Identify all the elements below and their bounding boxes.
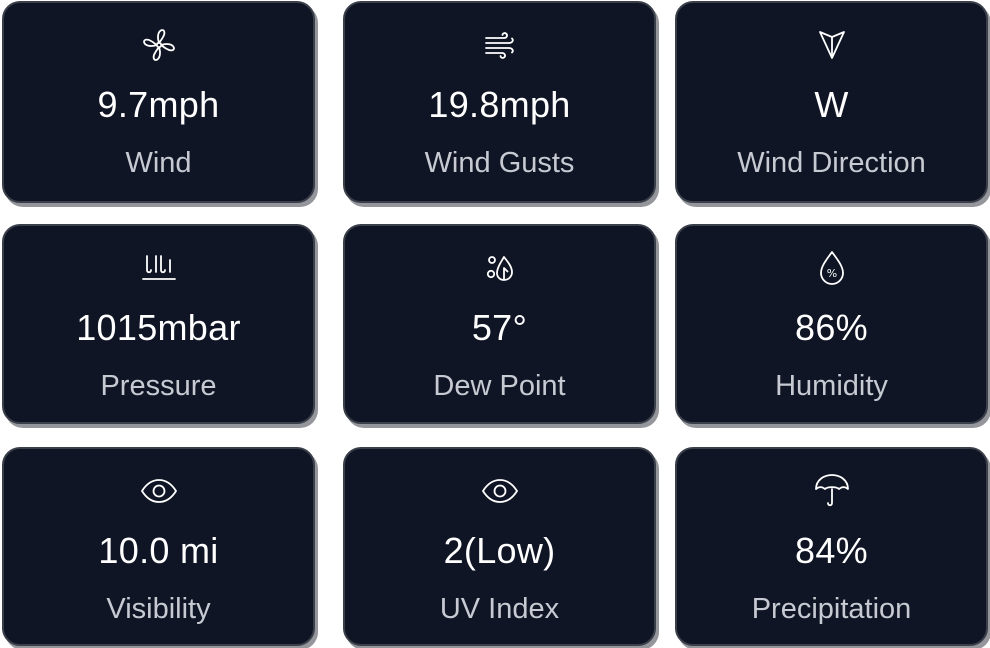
fan-icon [139, 25, 179, 65]
wind-value: 9.7mph [97, 84, 220, 125]
uv-index-value: 2(Low) [443, 530, 556, 571]
wind-gusts-label: Wind Gusts [424, 147, 575, 179]
dew-point-card: 57° Dew Point [343, 224, 656, 424]
dew-point-icon [480, 248, 520, 288]
pressure-icon [139, 248, 179, 288]
wind-gusts-value: 19.8mph [428, 84, 571, 125]
wind-label: Wind [125, 147, 192, 179]
dew-point-value: 57° [471, 307, 528, 348]
pressure-card: 1015mbar Pressure [2, 224, 315, 424]
wind-gust-icon [480, 25, 520, 65]
eye-icon [480, 471, 520, 511]
uv-index-card: 2(Low) UV Index [343, 447, 656, 646]
visibility-label: Visibility [106, 593, 211, 625]
pressure-label: Pressure [100, 370, 217, 402]
pressure-value: 1015mbar [76, 307, 241, 348]
humidity-value: 86% [795, 307, 868, 348]
humidity-card: % 86% Humidity [675, 224, 988, 424]
precipitation-value: 84% [795, 530, 868, 571]
humidity-drop-icon: % [812, 248, 852, 288]
visibility-value: 10.0 mi [98, 530, 219, 571]
wind-direction-label: Wind Direction [737, 147, 926, 179]
dew-point-label: Dew Point [433, 370, 566, 402]
wind-direction-card: W Wind Direction [675, 1, 988, 203]
visibility-card: 10.0 mi Visibility [2, 447, 315, 646]
wind-direction-value: W [814, 84, 849, 125]
wind-card: 9.7mph Wind [2, 1, 315, 203]
eye-icon [139, 471, 179, 511]
uv-index-label: UV Index [439, 593, 560, 625]
precipitation-label: Precipitation [751, 593, 912, 625]
humidity-label: Humidity [775, 370, 888, 402]
umbrella-icon [812, 471, 852, 511]
wind-gusts-card: 19.8mph Wind Gusts [343, 1, 656, 203]
navigation-arrow-icon [812, 25, 852, 65]
svg-text:%: % [826, 267, 836, 280]
precipitation-card: 84% Precipitation [675, 447, 988, 646]
weather-details-grid: 9.7mph Wind 19.8mph Wind Gusts W Wind Di… [0, 0, 990, 648]
